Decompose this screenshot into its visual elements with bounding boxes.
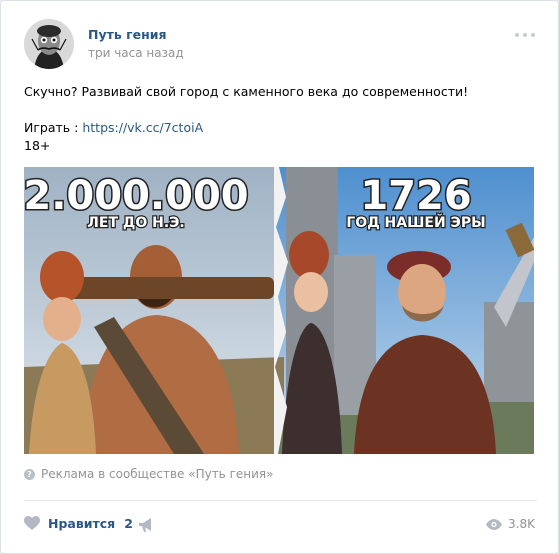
- megaphone-icon: [139, 518, 151, 532]
- post-text: Скучно? Развивай свой город с каменного …: [24, 83, 537, 155]
- right-caption: ГОД НАШЕЙ ЭРЫ: [346, 214, 485, 231]
- like-label: Нравится: [48, 516, 116, 531]
- more-options-icon[interactable]: [515, 31, 537, 39]
- play-label: Играть :: [24, 120, 79, 135]
- play-link[interactable]: https://vk.cc/7ctoiA: [82, 120, 203, 135]
- avatar[interactable]: [24, 19, 74, 69]
- left-number: 2.000.000: [24, 173, 249, 219]
- share-button[interactable]: [138, 517, 154, 537]
- post-image[interactable]: 2.000.000 ЛЕТ ДО Н.Э. 1726 ГОД НАШЕЙ ЭРЫ: [24, 167, 534, 454]
- ad-notice[interactable]: ? Реклама в сообществе «Путь гения»: [24, 467, 273, 481]
- post-text-line: Скучно? Развивай свой город с каменного …: [24, 84, 469, 99]
- right-number: 1726: [360, 173, 471, 219]
- post-header: Путь гения три часа назад: [24, 19, 537, 69]
- info-icon: ?: [24, 468, 35, 480]
- age-rating: 18+: [24, 138, 51, 153]
- post-time[interactable]: три часа назад: [88, 46, 184, 60]
- author-name[interactable]: Путь гения: [88, 27, 167, 42]
- views-counter: 3.8K: [486, 517, 535, 531]
- like-count: 2: [124, 516, 133, 531]
- ad-text: Реклама в сообществе «Путь гения»: [41, 467, 274, 481]
- left-caption: ЛЕТ ДО Н.Э.: [87, 215, 185, 231]
- like-button[interactable]: Нравится 2: [24, 516, 133, 531]
- eye-icon: [486, 518, 503, 530]
- views-count: 3.8K: [508, 517, 535, 531]
- heart-icon: [24, 516, 40, 530]
- post-card: Путь гения три часа назад Скучно? Развив…: [0, 0, 559, 554]
- post-actions: Нравится 2 3.8K: [24, 516, 537, 536]
- divider: [24, 500, 537, 501]
